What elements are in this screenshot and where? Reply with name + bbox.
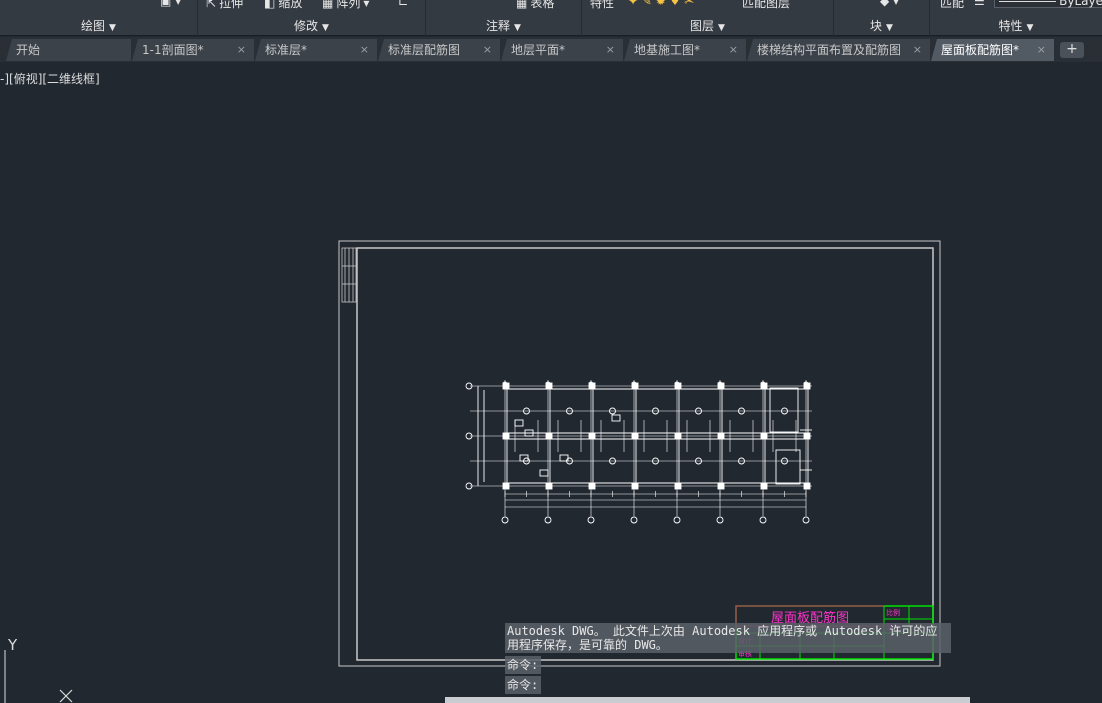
layer-properties-button[interactable]: 特性	[590, 0, 614, 11]
tab-section-1-1[interactable]: 1-1剖面图* ×	[132, 39, 255, 61]
scale-icon: ◧	[264, 0, 276, 10]
chevron-down-icon: ▼	[109, 23, 116, 33]
tab-foundation[interactable]: 地基施工图* ×	[624, 39, 747, 61]
inner-frame	[356, 247, 934, 661]
block-panel-title[interactable]: 块 ▼	[834, 17, 929, 34]
table-icon: ▦	[516, 0, 528, 10]
annotation-panel: ▦ 表格 注释 ▼	[426, 0, 582, 36]
close-icon[interactable]: ×	[360, 39, 369, 61]
close-icon[interactable]: ×	[1037, 39, 1046, 61]
close-icon[interactable]: ×	[483, 39, 492, 61]
command-prompt: 命令:	[505, 656, 541, 674]
command-prompt[interactable]: 命令:	[505, 676, 541, 694]
modify-panel-title[interactable]: 修改 ▼	[198, 17, 425, 34]
ribbon: ▣ ▾ 绘图 ▼ ⇱ 拉伸 ◧ 缩放 ▦ 阵列 ▾ ⊏ 修改 ▼ ▦ 表格 注释 ▼ 特性 ✦ …	[0, 0, 1102, 36]
properties-panel-title[interactable]: 特性 ▼	[930, 17, 1102, 34]
match-layer-button[interactable]: 匹配图层	[742, 0, 790, 11]
close-icon[interactable]: ×	[606, 39, 615, 61]
table-button[interactable]: ▦ 表格	[516, 0, 554, 11]
new-tab-button[interactable]: +	[1060, 42, 1084, 58]
properties-panel: 匹配 ☰ ByLaye 特性 ▼	[930, 0, 1102, 36]
title-cell-text: 比例	[886, 608, 900, 617]
offset-icon: ⊏	[398, 0, 409, 8]
line-sample	[999, 0, 1057, 2]
array-button[interactable]: ▦ 阵列 ▾	[322, 0, 369, 11]
binding-strip	[341, 247, 357, 303]
command-input-bar[interactable]	[445, 697, 970, 703]
roof-slab-plan	[465, 380, 812, 524]
tab-ground-plan[interactable]: 地层平面* ×	[501, 39, 624, 61]
draw-more-icon[interactable]: ▣ ▾	[160, 0, 181, 8]
stretch-icon: ⇱	[206, 0, 217, 10]
tab-standard-rebar[interactable]: 标准层配筋图 ×	[378, 39, 501, 61]
tab-start[interactable]: 开始	[6, 39, 132, 61]
offset-button[interactable]: ⊏	[398, 0, 408, 8]
modify-panel: ⇱ 拉伸 ◧ 缩放 ▦ 阵列 ▾ ⊏ 修改 ▼	[198, 0, 426, 36]
layers-panel-title[interactable]: 图层 ▼	[582, 17, 833, 34]
block-panel: ◆ ▾ 块 ▼	[834, 0, 930, 36]
close-icon[interactable]: ×	[913, 39, 922, 61]
close-icon[interactable]: ×	[729, 39, 738, 61]
draw-panel: ▣ ▾ 绘图 ▼	[0, 0, 198, 36]
outer-frame	[338, 240, 941, 667]
chevron-down-icon: ▼	[514, 23, 521, 33]
layer-tools-icons[interactable]: ✦ ✎ ✹ ♦ ✂	[628, 0, 694, 8]
draw-panel-title[interactable]: 绘图 ▼	[0, 17, 197, 34]
chevron-down-icon: ▼	[718, 23, 725, 33]
block-insert-icon[interactable]: ◆ ▾	[880, 0, 899, 8]
file-tabs: 开始 1-1剖面图* × 标准层* × 标准层配筋图 × 地层平面* × 地基施工图* ×…	[0, 37, 1102, 62]
chevron-down-icon: ▼	[322, 23, 329, 33]
stretch-button[interactable]: ⇱ 拉伸	[206, 0, 243, 11]
tab-stair-structure[interactable]: 楼梯结构平面布置及配筋图 ×	[747, 39, 931, 61]
close-icon[interactable]: ×	[237, 39, 246, 61]
match-properties-button[interactable]: 匹配	[940, 0, 964, 11]
array-icon: ▦	[322, 0, 334, 10]
model-space-canvas[interactable]: 屋面板配筋图 比例 图号 设计 审核	[0, 62, 1102, 703]
ucs-icon: Y	[4, 636, 73, 703]
command-message-line: Autodesk DWG。 此文件上次由 Autodesk 应用程序或 Auto…	[507, 624, 938, 638]
chevron-down-icon: ▼	[886, 23, 893, 33]
annotation-panel-title[interactable]: 注释 ▼	[426, 17, 581, 34]
tab-roof-rebar[interactable]: 屋面板配筋图* ×	[931, 39, 1055, 61]
command-message-line: 用程序保存，是可靠的 DWG。	[507, 638, 668, 652]
chevron-down-icon: ▼	[1026, 23, 1034, 33]
scale-button[interactable]: ◧ 缩放	[264, 0, 302, 11]
chevron-down-icon: ▾	[363, 0, 370, 10]
ucs-y-label: Y	[7, 636, 18, 654]
layers-panel: 特性 ✦ ✎ ✹ ♦ ✂ 匹配图层 图层 ▼	[582, 0, 834, 36]
bylayer-dropdown[interactable]: ByLaye	[994, 0, 1102, 8]
command-history: Autodesk DWG。 此文件上次由 Autodesk 应用程序或 Auto…	[505, 623, 951, 653]
tab-standard-floor[interactable]: 标准层* ×	[255, 39, 378, 61]
linetype-icon: ☰	[974, 0, 985, 8]
